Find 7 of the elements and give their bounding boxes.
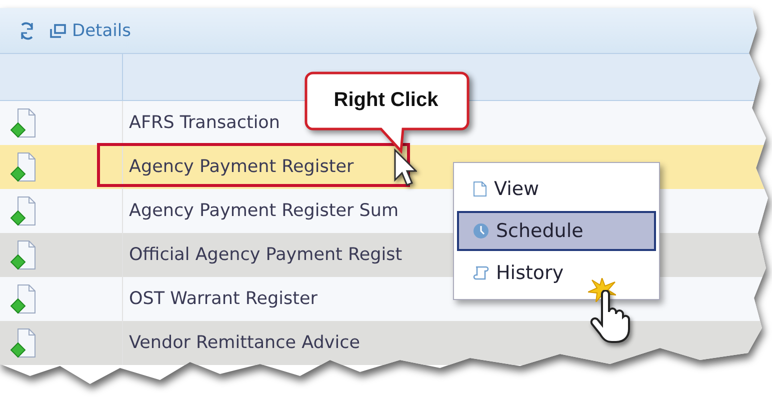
table-cell-text: Vendor Remittance Advice (128, 333, 360, 353)
table-cell-text: Agency Payment Register Sum (128, 201, 399, 221)
table-cell-text: Official Agency Payment Regist (128, 245, 402, 265)
table-cell-text: Agency Payment Register (128, 157, 354, 177)
table-cell-text: OST Warrant Register (128, 289, 318, 309)
callout-text: Right Click (334, 88, 438, 112)
table-cell-text: AFRS Transaction (128, 113, 280, 133)
